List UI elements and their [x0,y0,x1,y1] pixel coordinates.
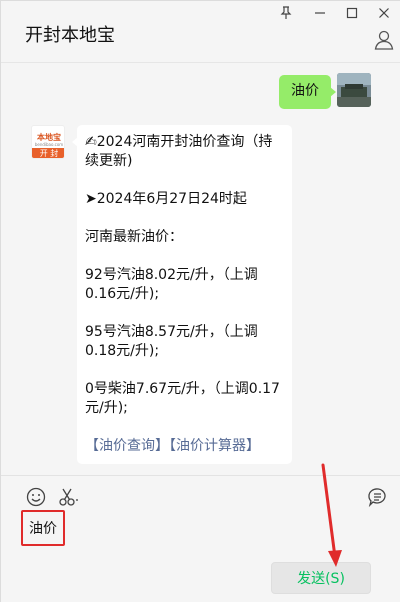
chat-history-icon [368,488,386,508]
emoji-icon [26,487,46,507]
annotation-arrow-icon [321,463,342,567]
chat-title: 开封本地宝 [25,25,115,46]
close-icon [379,8,389,18]
person-icon [374,30,394,50]
price-95: 95号汽油8.57元/升，（上调0.18元/升); [85,324,258,359]
maximize-button[interactable] [341,4,363,22]
my-message-bubble[interactable]: 油价 [279,75,336,109]
bracket: 【 [85,438,99,454]
pin-icon [280,6,292,19]
my-message-text: 油价 [291,83,319,99]
bracket: 】 [246,438,260,454]
chat-window: 开封本地宝 油价 本地宝 bendibao.com 开 封 ✍2024河南开封油… [0,0,400,602]
price-0: 0号柴油7.67元/升，（上调0.17元/升); [85,381,280,416]
bot-avatar[interactable]: 本地宝 bendibao.com 开 封 [31,125,65,159]
oil-price-query-link[interactable]: 油价查询 [99,438,155,454]
close-button[interactable] [373,4,395,22]
price-92: 92号汽油8.02元/升，（上调0.16元/升); [85,267,258,302]
bracket: 】 [155,438,169,454]
scissors-icon [59,488,78,506]
annotation-highlight-box [21,510,65,546]
contact-info-button[interactable] [373,29,395,51]
message-heading: 河南最新油价： [85,229,183,245]
my-avatar[interactable] [337,73,371,107]
oil-price-calculator-link[interactable]: 油价计算器 [176,438,246,454]
pin-button[interactable] [275,4,297,22]
minimize-button[interactable] [309,4,331,22]
maximize-icon [346,7,358,19]
message-title: ✍2024河南开封油价查询（持续更新) [85,134,273,169]
screenshot-button[interactable] [57,486,79,508]
title-bar: 开封本地宝 [1,1,400,63]
chat-history-button[interactable] [366,486,388,508]
minimize-icon [315,12,325,14]
message-start-time: ➤2024年6月27日24时起 [85,191,247,207]
bracket: 【 [169,438,176,454]
emoji-button[interactable] [25,486,47,508]
bot-message-bubble[interactable]: ✍2024河南开封油价查询（持续更新) ➤2024年6月27日24时起 河南最新… [72,125,292,464]
avatar-city: 开 封 [32,148,64,158]
message-links: 【油价查询】【油价计算器】 [85,437,284,456]
avatar-image [337,73,371,107]
message-list[interactable]: 油价 本地宝 bendibao.com 开 封 ✍2024河南开封油价查询（持续… [1,63,400,475]
